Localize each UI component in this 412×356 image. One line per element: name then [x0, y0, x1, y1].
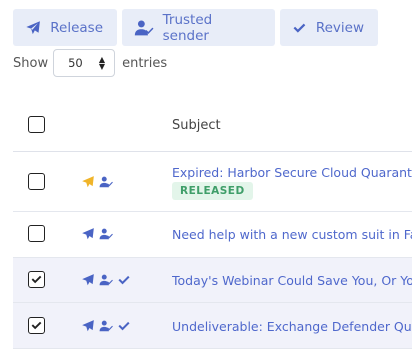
trusted-sender-button[interactable]: Trusted sender [122, 9, 275, 46]
paper-plane-icon[interactable] [81, 319, 95, 333]
row-checkbox[interactable] [28, 317, 45, 334]
row-actions [81, 319, 131, 333]
row-subject-link[interactable]: Undeliverable: Exchange Defender Quarant… [172, 319, 412, 334]
check-icon [293, 23, 306, 33]
row-subject-link[interactable]: Need help with a new custom suit in Fall [172, 227, 412, 242]
row-subject-link[interactable]: Expired: Harbor Secure Cloud Quarantine [172, 165, 412, 180]
table-row[interactable]: Expired: Harbor Secure Cloud Quarantine … [13, 152, 412, 212]
table-header: Subject [13, 102, 412, 152]
subject-column-header[interactable]: Subject [172, 118, 221, 133]
paper-plane-icon[interactable] [81, 273, 95, 287]
select-arrows-icon: ▲ ▼ [98, 55, 106, 71]
action-toolbar: Release Trusted sender Review [13, 9, 378, 46]
row-actions [81, 273, 131, 287]
review-button-label: Review [315, 19, 364, 36]
user-check-icon [134, 19, 154, 35]
checkmark-icon [31, 275, 42, 284]
table-row[interactable]: Undeliverable: Exchange Defender Quarant… [13, 303, 412, 349]
page-size-value: 50 [68, 56, 83, 70]
trusted-sender-button-label: Trusted sender [162, 11, 213, 44]
paper-plane-icon[interactable] [81, 175, 95, 189]
table-row[interactable]: Need help with a new custom suit in Fall [13, 212, 412, 258]
table-row[interactable]: Today's Webinar Could Save You, Or Your [13, 258, 412, 303]
entries-label: entries [122, 55, 168, 71]
row-checkbox[interactable] [28, 173, 45, 190]
status-badge: RELEASED [172, 182, 253, 200]
release-button[interactable]: Release [13, 9, 117, 46]
paper-plane-icon[interactable] [81, 227, 95, 241]
select-all-checkbox[interactable] [28, 116, 45, 133]
user-check-icon[interactable] [99, 227, 113, 241]
checkmark-icon [31, 321, 42, 330]
page-size-control: Show 50 ▲ ▼ entries [13, 49, 167, 77]
user-check-icon[interactable] [99, 319, 113, 333]
row-checkbox[interactable] [28, 271, 45, 288]
page-size-select[interactable]: 50 ▲ ▼ [53, 49, 116, 77]
user-check-icon[interactable] [99, 175, 113, 189]
release-button-label: Release [50, 19, 103, 36]
review-button[interactable]: Review [280, 9, 378, 46]
row-checkbox[interactable] [28, 225, 45, 242]
row-actions [81, 227, 113, 241]
check-icon[interactable] [117, 319, 131, 333]
show-label: Show [13, 55, 49, 71]
row-subject-link[interactable]: Today's Webinar Could Save You, Or Your [172, 273, 412, 288]
paper-plane-icon [26, 20, 40, 34]
user-check-icon[interactable] [99, 273, 113, 287]
row-actions [81, 175, 113, 189]
check-icon[interactable] [117, 273, 131, 287]
